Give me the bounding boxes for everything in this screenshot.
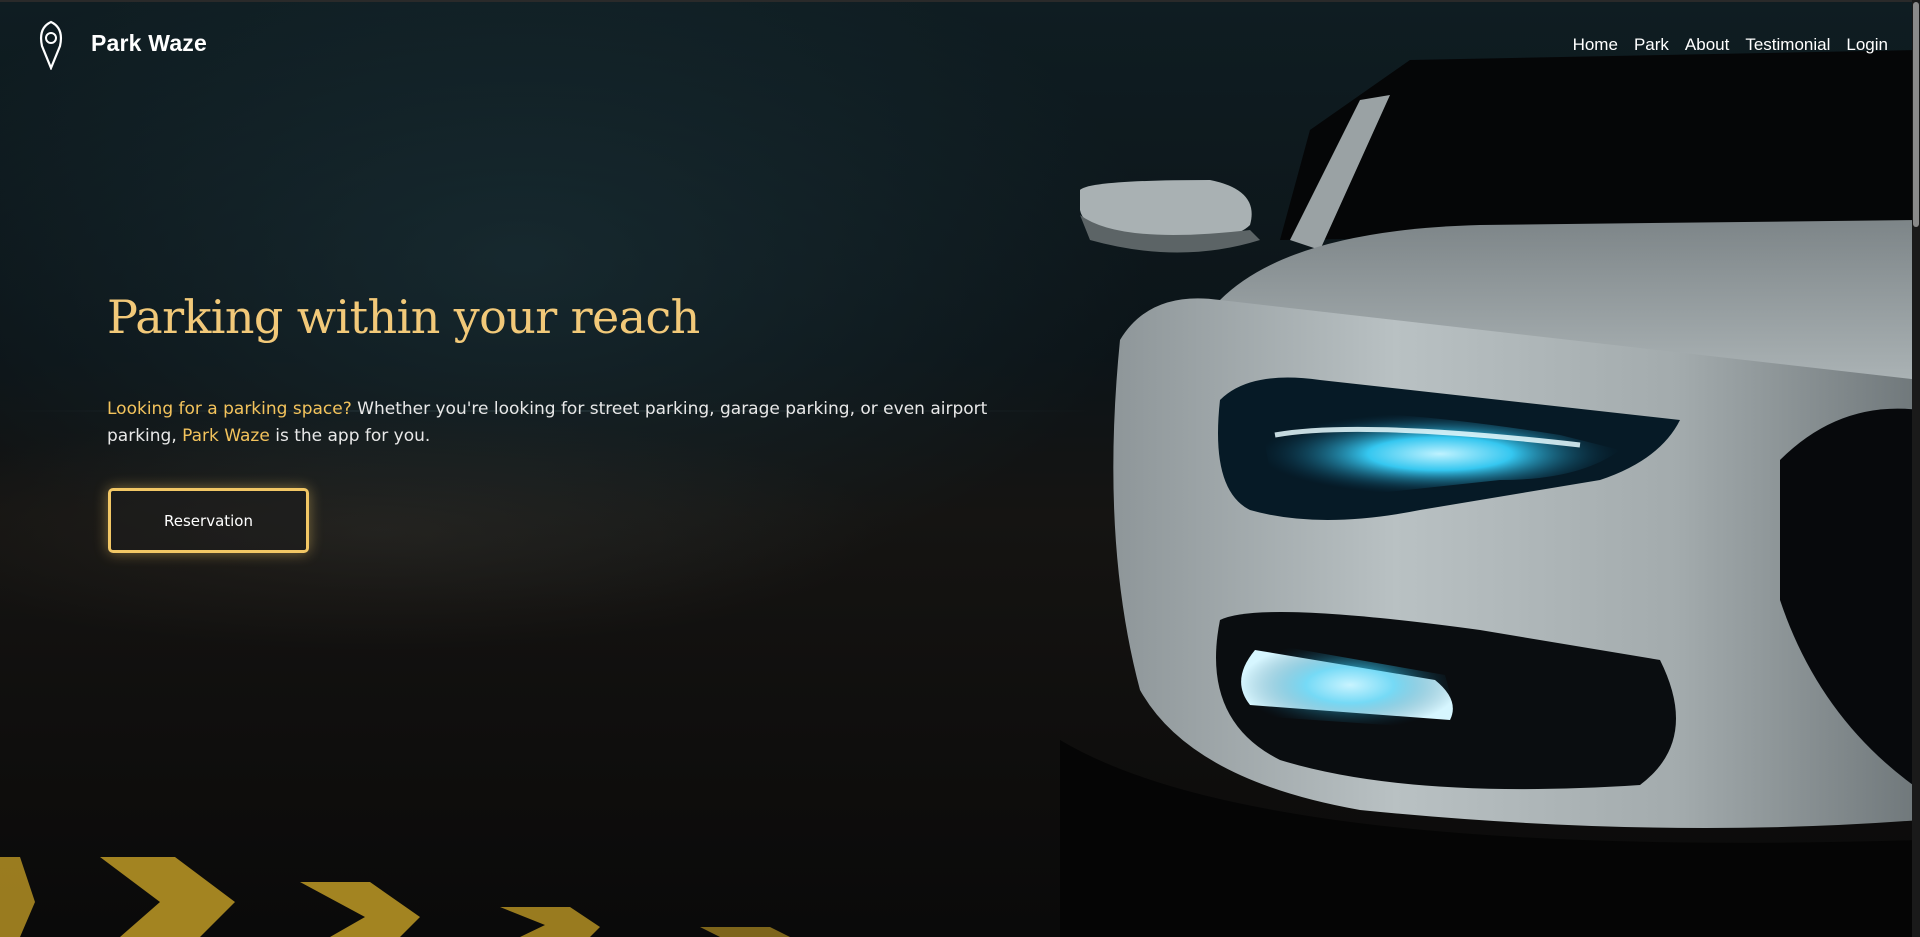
hazard-stripe-graphic <box>0 857 790 937</box>
brand-name[interactable]: Park Waze <box>91 30 207 57</box>
nav-home-link[interactable]: Home <box>1573 35 1618 55</box>
main-nav: Home Park About Testimonial Login <box>1557 35 1888 55</box>
car-image <box>1060 50 1920 937</box>
desc-highlight-brand: Park Waze <box>182 426 270 446</box>
nav-testimonial-link[interactable]: Testimonial <box>1745 35 1830 55</box>
page-scrollbar[interactable] <box>1912 0 1920 937</box>
nav-about-link[interactable]: About <box>1685 35 1729 55</box>
hero-description: Looking for a parking space? Whether you… <box>107 396 1047 450</box>
hero-title: Parking within your reach <box>107 290 700 344</box>
scrollbar-thumb[interactable] <box>1913 2 1919 227</box>
nav-login-link[interactable]: Login <box>1846 35 1888 55</box>
nav-park-link[interactable]: Park <box>1634 35 1669 55</box>
desc-highlight-question: Looking for a parking space? <box>107 399 352 419</box>
map-pin-icon[interactable] <box>36 20 66 70</box>
top-navigation-bar: Park Waze Home Park About Testimonial Lo… <box>0 0 1920 90</box>
hero-section: Park Waze Home Park About Testimonial Lo… <box>0 0 1920 937</box>
reservation-button[interactable]: Reservation <box>108 488 309 553</box>
desc-text-end: is the app for you. <box>269 426 431 446</box>
